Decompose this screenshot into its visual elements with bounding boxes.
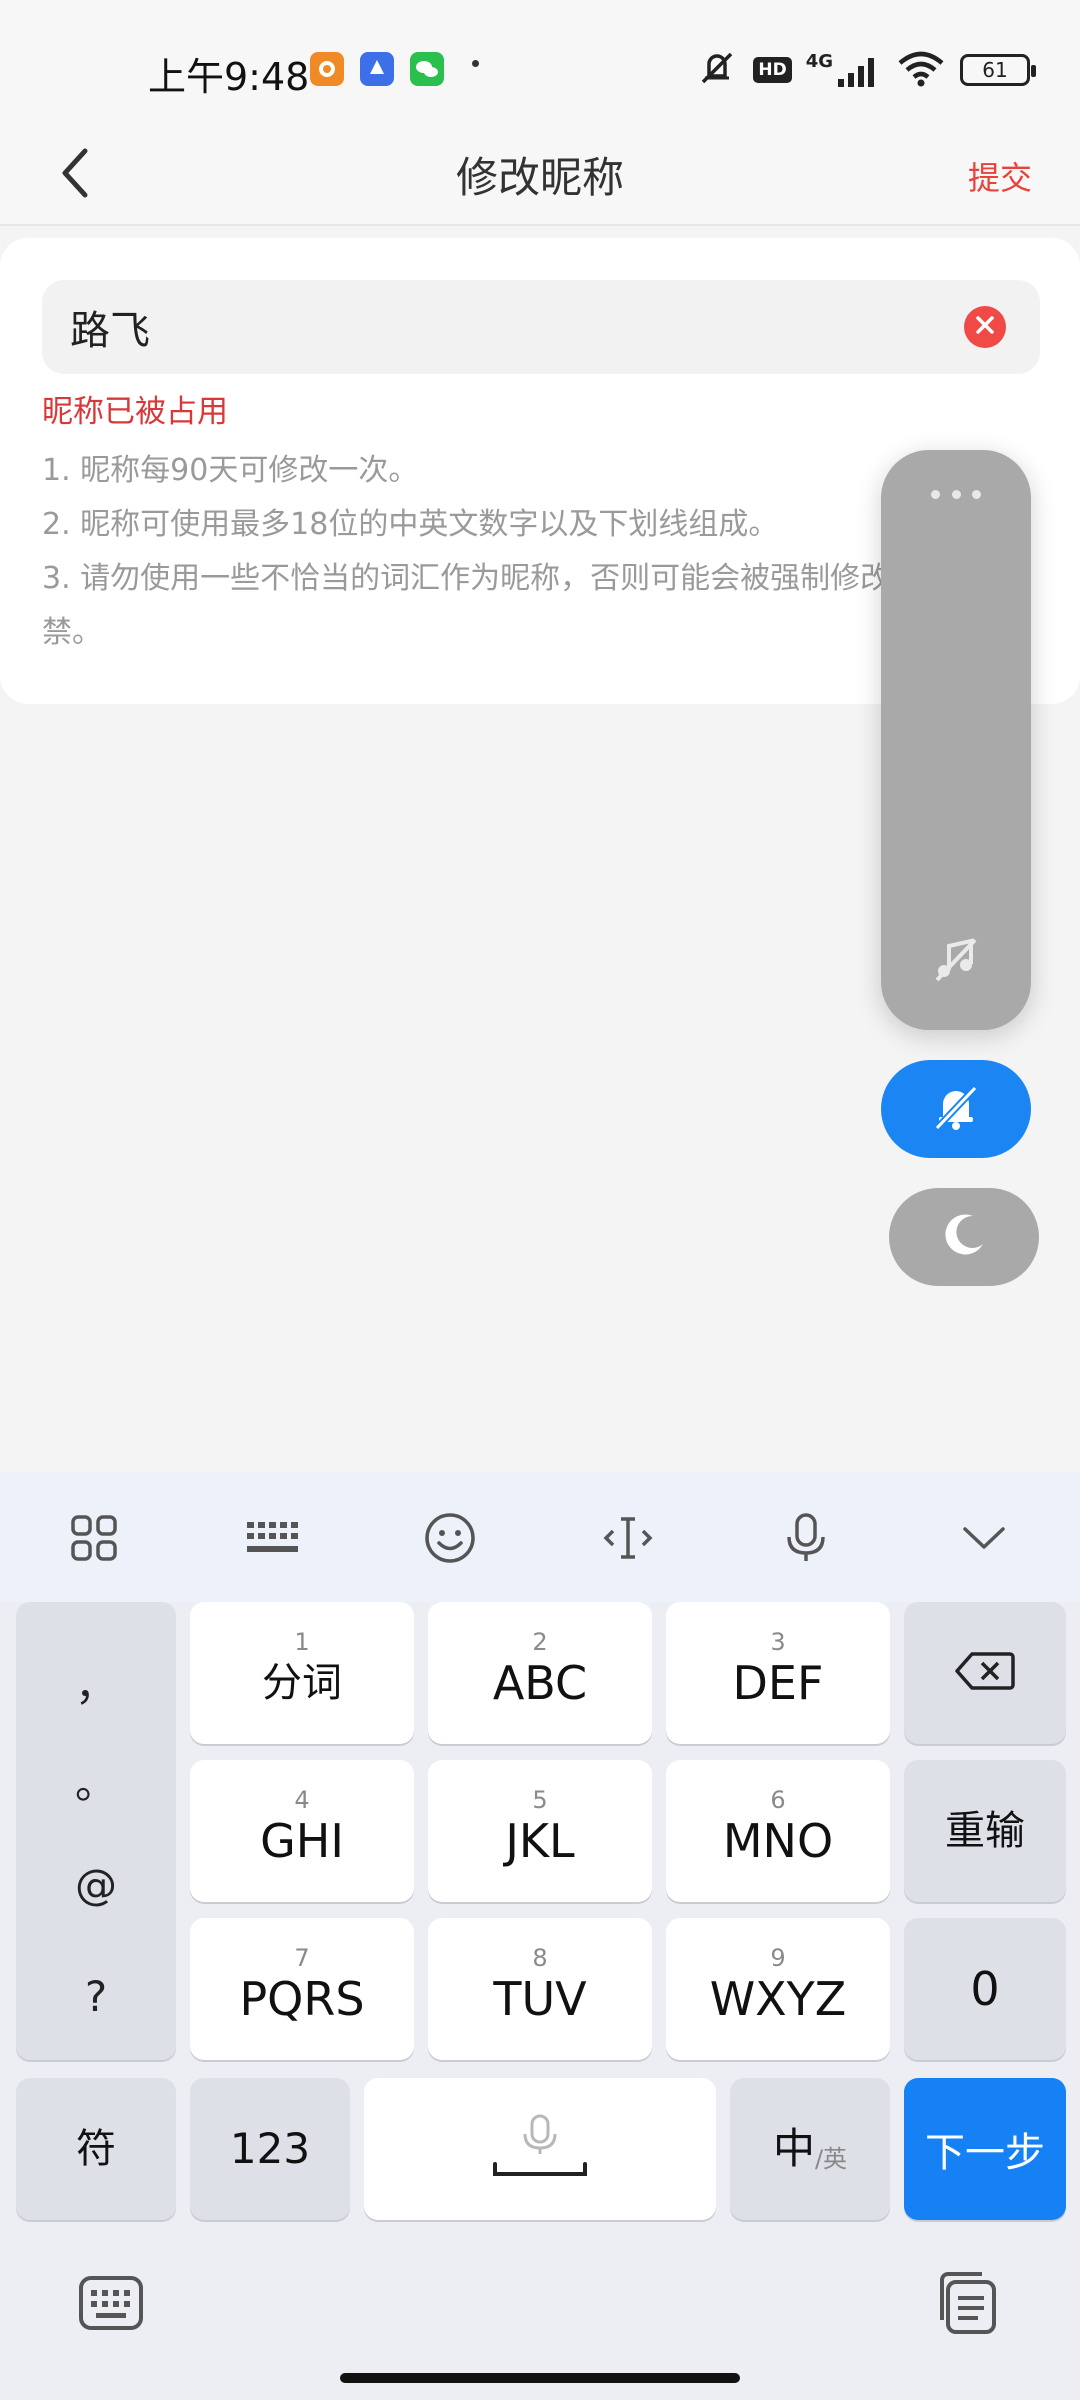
backspace-icon: [954, 1650, 1016, 1696]
key-label: 0: [970, 1962, 1000, 2016]
clear-input-button[interactable]: [964, 306, 1006, 348]
moon-icon: [937, 1208, 991, 1266]
next-step-label: 下一步: [925, 2130, 1045, 2176]
clipboard-icon[interactable]: [934, 2270, 1000, 2336]
key-label: WXYZ: [709, 1972, 847, 2026]
symbols-key[interactable]: 符: [16, 2078, 176, 2220]
bell-off-icon: [929, 1080, 983, 1138]
space-key[interactable]: [364, 2078, 716, 2220]
emoji-icon[interactable]: [420, 1508, 480, 1568]
key-number: 7: [294, 1944, 310, 1972]
hd-badge: HD: [753, 57, 792, 83]
page-title: 修改昵称: [455, 153, 624, 202]
key-number: 3: [770, 1628, 786, 1656]
key-number: 1: [294, 1628, 310, 1656]
key-2[interactable]: 2 ABC: [428, 1602, 652, 1744]
cursor-move-icon[interactable]: [598, 1508, 658, 1568]
numeric-key-label: 123: [229, 2124, 311, 2173]
chevron-down-icon[interactable]: [954, 1508, 1014, 1568]
key-label: PQRS: [239, 1972, 365, 2026]
key-number: 5: [532, 1786, 548, 1814]
nickname-field[interactable]: [42, 280, 1040, 374]
symbols-key-label: 符: [76, 2126, 116, 2172]
app-notification-icon-orange: [310, 52, 344, 86]
reset-key-label: 重输: [945, 1808, 1025, 1854]
space-mic-icon: [485, 2112, 595, 2186]
status-time: 上午9:48: [148, 55, 310, 99]
key-3[interactable]: 3 DEF: [666, 1602, 890, 1744]
key-label: GHI: [260, 1814, 344, 1868]
battery-level: 61: [982, 58, 1008, 82]
symbol-key-comma[interactable]: ，: [16, 1652, 176, 1713]
signal-icon: 4G: [806, 53, 882, 87]
key-label: TUV: [493, 1972, 587, 2026]
reset-key[interactable]: 重输: [904, 1760, 1066, 1902]
keyboard-toolbar: [0, 1472, 1080, 1602]
battery-icon: 61: [960, 54, 1036, 86]
nickname-error: 昵称已被占用: [42, 394, 228, 430]
symbol-key-at[interactable]: @: [16, 1860, 176, 1909]
language-sub-label: /英: [814, 2144, 848, 2173]
key-7[interactable]: 7 PQRS: [190, 1918, 414, 2060]
nickname-input[interactable]: [70, 280, 950, 374]
key-number: 8: [532, 1944, 548, 1972]
home-indicator[interactable]: [340, 2373, 740, 2383]
key-label: 分词: [262, 1660, 342, 1706]
music-off-icon[interactable]: [931, 934, 981, 984]
wifi-icon: [896, 49, 946, 91]
key-0[interactable]: 0: [904, 1918, 1066, 2060]
next-step-key[interactable]: 下一步: [904, 2078, 1066, 2220]
app-notification-icon-blue: [360, 52, 394, 86]
status-indicators: HD 4G 61: [695, 48, 1036, 92]
status-bar: 上午9:48 HD 4G 61: [0, 0, 1080, 130]
language-main-label: 中: [772, 2124, 815, 2173]
key-label: JKL: [505, 1814, 575, 1868]
backspace-key[interactable]: [904, 1602, 1066, 1744]
submit-button[interactable]: 提交: [968, 130, 1032, 226]
keyboard-switch-icon[interactable]: [78, 2270, 144, 2336]
wechat-notification-icon: [410, 52, 444, 86]
key-label: MNO: [722, 1814, 834, 1868]
dark-mode-button[interactable]: [889, 1188, 1039, 1286]
symbol-column[interactable]: ， 。 @ ?: [16, 1602, 176, 2060]
key-label: DEF: [732, 1656, 824, 1710]
key-8[interactable]: 8 TUV: [428, 1918, 652, 2060]
symbol-key-period[interactable]: 。: [16, 1750, 176, 1811]
symbol-key-question[interactable]: ?: [16, 1972, 176, 2021]
floating-volume-panel[interactable]: [881, 450, 1031, 1030]
keyboard-layout-icon[interactable]: [242, 1508, 302, 1568]
mute-icon: [695, 48, 739, 92]
app-header: 修改昵称 提交: [0, 130, 1080, 226]
key-number: 9: [770, 1944, 786, 1972]
more-notifications-dot: [472, 60, 479, 67]
network-label: 4G: [805, 51, 833, 72]
close-icon: [974, 314, 996, 340]
apps-grid-icon[interactable]: [64, 1508, 124, 1568]
numeric-key[interactable]: 123: [190, 2078, 350, 2220]
key-6[interactable]: 6 MNO: [666, 1760, 890, 1902]
key-4[interactable]: 4 GHI: [190, 1760, 414, 1902]
key-number: 4: [294, 1786, 310, 1814]
language-switch-key[interactable]: 中 /英: [730, 2078, 890, 2220]
key-number: 2: [532, 1628, 548, 1656]
key-label: ABC: [492, 1656, 588, 1710]
more-dots-icon[interactable]: [931, 490, 981, 502]
microphone-icon[interactable]: [776, 1508, 836, 1568]
key-number: 6: [770, 1786, 786, 1814]
key-9[interactable]: 9 WXYZ: [666, 1918, 890, 2060]
silent-mode-button[interactable]: [881, 1060, 1031, 1158]
key-5[interactable]: 5 JKL: [428, 1760, 652, 1902]
key-1[interactable]: 1 分词: [190, 1602, 414, 1744]
